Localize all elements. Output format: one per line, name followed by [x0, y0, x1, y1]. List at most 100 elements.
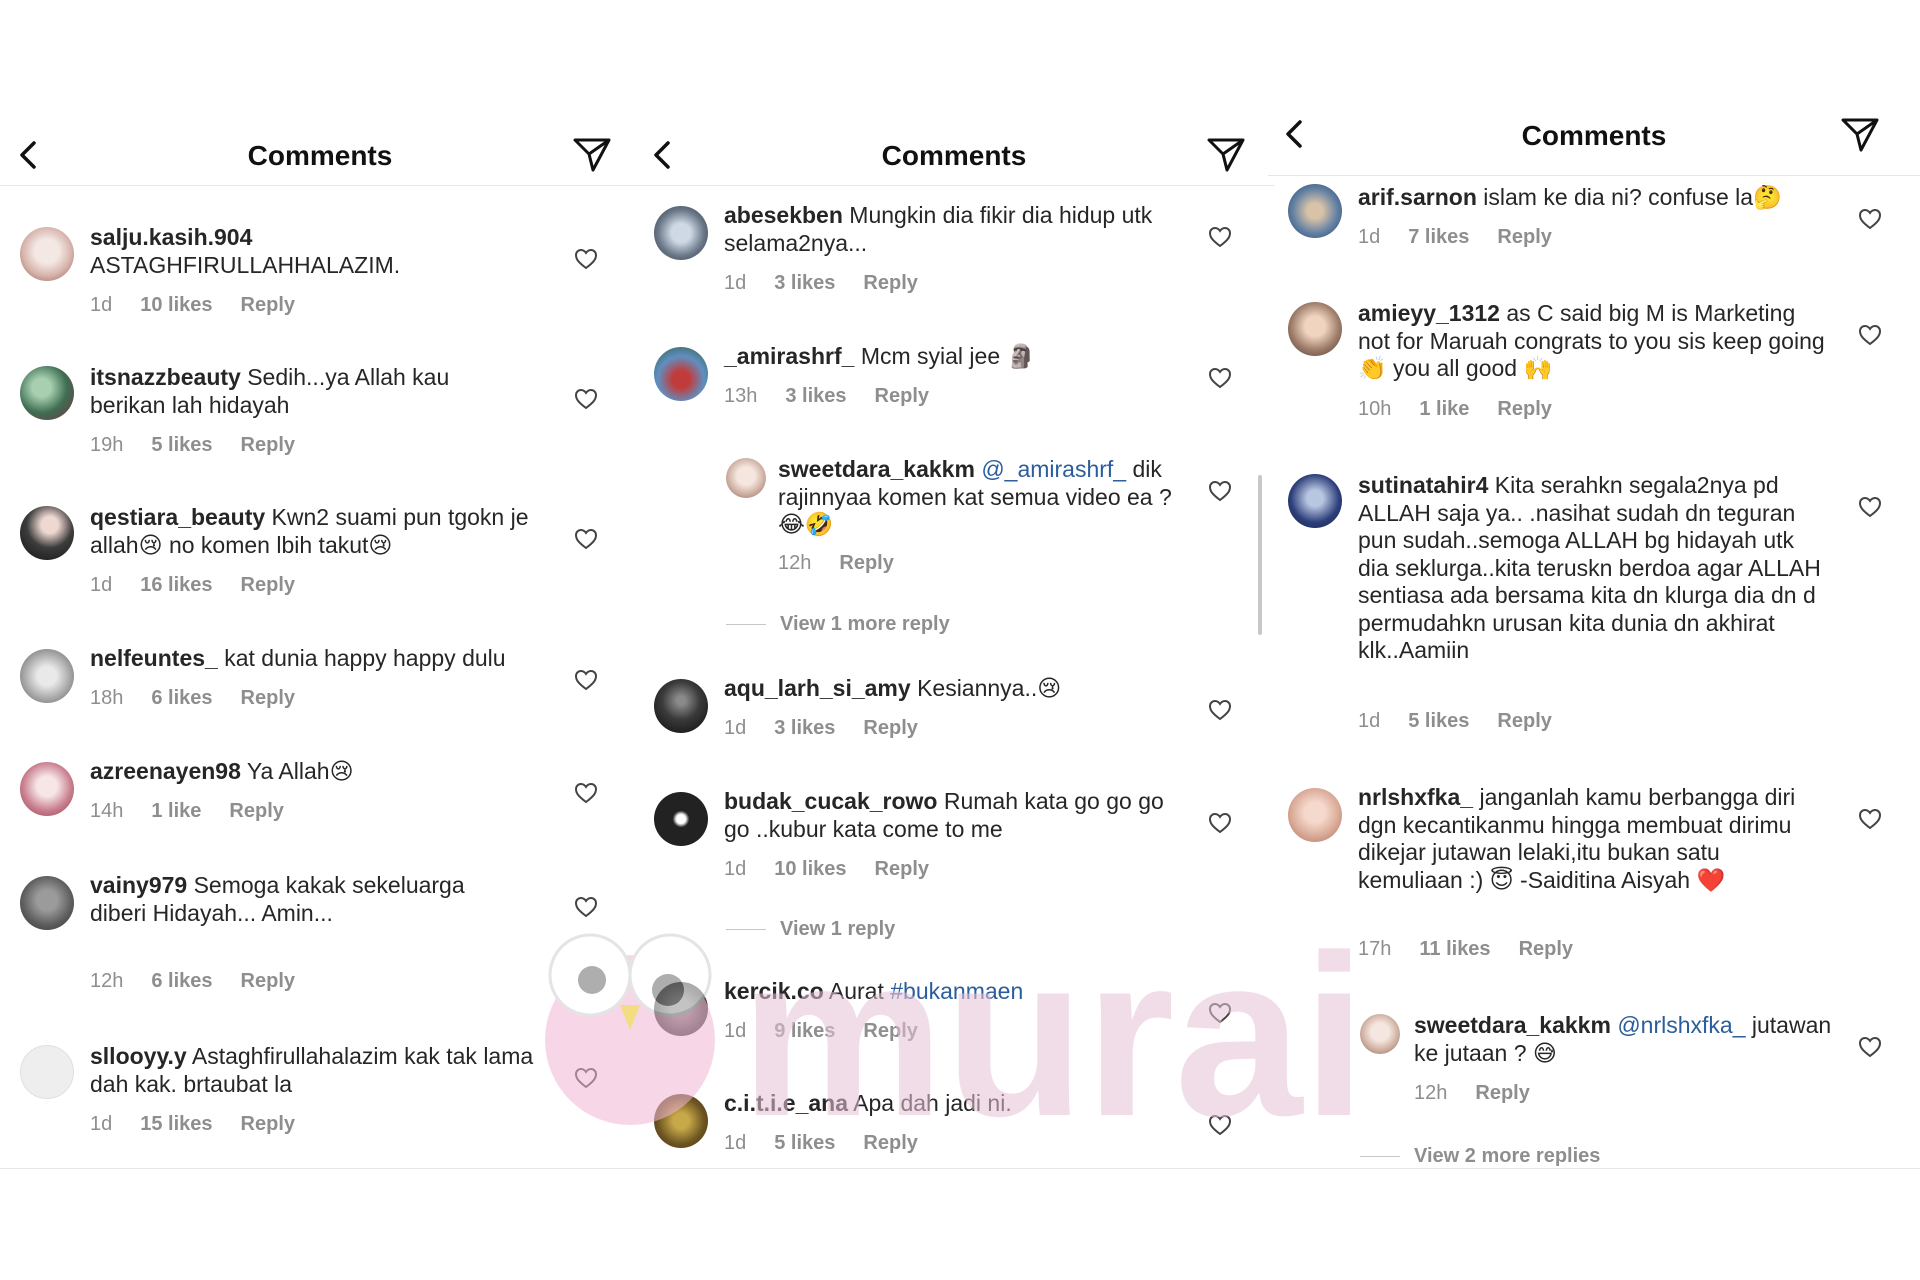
view-more-replies[interactable]: View 1 reply: [726, 918, 895, 941]
heart-icon[interactable]: [1858, 324, 1882, 346]
likes-count[interactable]: 3 likes: [774, 717, 835, 739]
avatar[interactable]: [1288, 474, 1342, 528]
username[interactable]: abesekben: [724, 202, 843, 228]
username[interactable]: budak_cucak_rowo: [724, 788, 937, 814]
likes-count[interactable]: 5 likes: [1408, 710, 1469, 732]
likes-count[interactable]: 9 likes: [774, 1020, 835, 1042]
username[interactable]: amieyy_1312: [1358, 300, 1500, 326]
reply-button[interactable]: Reply: [863, 717, 917, 739]
send-icon[interactable]: [1840, 116, 1880, 154]
heart-icon[interactable]: [574, 528, 598, 550]
username[interactable]: c.i.t.i.e_ana: [724, 1090, 848, 1116]
avatar[interactable]: [20, 506, 74, 560]
username[interactable]: nrlshxfka_: [1358, 784, 1473, 810]
avatar[interactable]: [654, 1094, 708, 1148]
heart-icon[interactable]: [1208, 480, 1232, 502]
reply-button[interactable]: Reply: [1475, 1082, 1529, 1104]
reply-button[interactable]: Reply: [229, 800, 283, 822]
likes-count[interactable]: 5 likes: [774, 1132, 835, 1154]
likes-count[interactable]: 1 like: [151, 800, 201, 822]
reply-button[interactable]: Reply: [839, 552, 893, 574]
username[interactable]: sweetdara_kakkm: [778, 456, 975, 482]
likes-count[interactable]: 3 likes: [785, 385, 846, 407]
heart-icon[interactable]: [1858, 808, 1882, 830]
username[interactable]: sweetdara_kakkm: [1414, 1012, 1611, 1038]
heart-icon[interactable]: [1858, 1036, 1882, 1058]
avatar[interactable]: [1288, 788, 1342, 842]
reply-button[interactable]: Reply: [863, 1020, 917, 1042]
username[interactable]: azreenayen98: [90, 758, 241, 784]
likes-count[interactable]: 5 likes: [151, 434, 212, 456]
heart-icon[interactable]: [1858, 496, 1882, 518]
heart-icon[interactable]: [1858, 208, 1882, 230]
username[interactable]: kercik.co: [724, 978, 824, 1004]
send-icon[interactable]: [572, 136, 612, 174]
heart-icon[interactable]: [1208, 1002, 1232, 1024]
reply-button[interactable]: Reply: [241, 434, 295, 456]
heart-icon[interactable]: [574, 388, 598, 410]
avatar[interactable]: [654, 982, 708, 1036]
avatar[interactable]: [20, 366, 74, 420]
avatar[interactable]: [20, 762, 74, 816]
view-more-replies[interactable]: View 1 more reply: [726, 613, 950, 636]
heart-icon[interactable]: [1208, 367, 1232, 389]
likes-count[interactable]: 3 likes: [774, 272, 835, 294]
username[interactable]: salju.kasih.904: [90, 224, 252, 250]
heart-icon[interactable]: [1208, 1114, 1232, 1136]
reply-button[interactable]: Reply: [863, 272, 917, 294]
likes-count[interactable]: 7 likes: [1408, 226, 1469, 248]
likes-count[interactable]: 1 like: [1419, 398, 1469, 420]
avatar[interactable]: [726, 458, 766, 498]
heart-icon[interactable]: [574, 669, 598, 691]
avatar[interactable]: [654, 206, 708, 260]
avatar[interactable]: [1288, 184, 1342, 238]
username[interactable]: _amirashrf_: [724, 343, 854, 369]
username[interactable]: vainy979: [90, 872, 187, 898]
avatar[interactable]: [654, 347, 708, 401]
hashtag-link[interactable]: #bukanmaen: [890, 978, 1023, 1004]
reply-button[interactable]: Reply: [875, 858, 929, 880]
likes-count[interactable]: 16 likes: [140, 574, 212, 596]
reply-button[interactable]: Reply: [1519, 938, 1573, 960]
likes-count[interactable]: 10 likes: [774, 858, 846, 880]
likes-count[interactable]: 6 likes: [151, 687, 212, 709]
likes-count[interactable]: 11 likes: [1419, 938, 1490, 960]
heart-icon[interactable]: [1208, 226, 1232, 248]
mention-link[interactable]: @_amirashrf_: [981, 456, 1126, 482]
reply-button[interactable]: Reply: [1497, 398, 1551, 420]
likes-count[interactable]: 6 likes: [151, 970, 212, 992]
reply-button[interactable]: Reply: [241, 294, 295, 316]
likes-count[interactable]: 15 likes: [140, 1113, 212, 1135]
username[interactable]: arif.sarnon: [1358, 184, 1477, 210]
reply-button[interactable]: Reply: [241, 687, 295, 709]
avatar[interactable]: [654, 792, 708, 846]
username[interactable]: sllooyy.y: [90, 1043, 187, 1069]
reply-button[interactable]: Reply: [1497, 226, 1551, 248]
username[interactable]: itsnazzbeauty: [90, 364, 241, 390]
reply-button[interactable]: Reply: [1497, 710, 1551, 732]
heart-icon[interactable]: [574, 248, 598, 270]
avatar[interactable]: [20, 876, 74, 930]
reply-button[interactable]: Reply: [241, 574, 295, 596]
heart-icon[interactable]: [1208, 699, 1232, 721]
send-icon[interactable]: [1206, 136, 1246, 174]
view-more-replies[interactable]: View 2 more replies: [1360, 1145, 1600, 1168]
mention-link[interactable]: @nrlshxfka_: [1617, 1012, 1745, 1038]
heart-icon[interactable]: [574, 896, 598, 918]
avatar[interactable]: [1360, 1014, 1400, 1054]
reply-button[interactable]: Reply: [875, 385, 929, 407]
scrollbar[interactable]: [1258, 475, 1262, 635]
reply-button[interactable]: Reply: [241, 1113, 295, 1135]
reply-button[interactable]: Reply: [863, 1132, 917, 1154]
heart-icon[interactable]: [574, 1067, 598, 1089]
username[interactable]: nelfeuntes_: [90, 645, 218, 671]
reply-button[interactable]: Reply: [241, 970, 295, 992]
username[interactable]: qestiara_beauty: [90, 504, 265, 530]
avatar[interactable]: [1288, 302, 1342, 356]
avatar[interactable]: [20, 1045, 74, 1099]
username[interactable]: aqu_larh_si_amy: [724, 675, 911, 701]
username[interactable]: sutinatahir4: [1358, 472, 1488, 498]
likes-count[interactable]: 10 likes: [140, 294, 212, 316]
heart-icon[interactable]: [574, 782, 598, 804]
avatar[interactable]: [654, 679, 708, 733]
